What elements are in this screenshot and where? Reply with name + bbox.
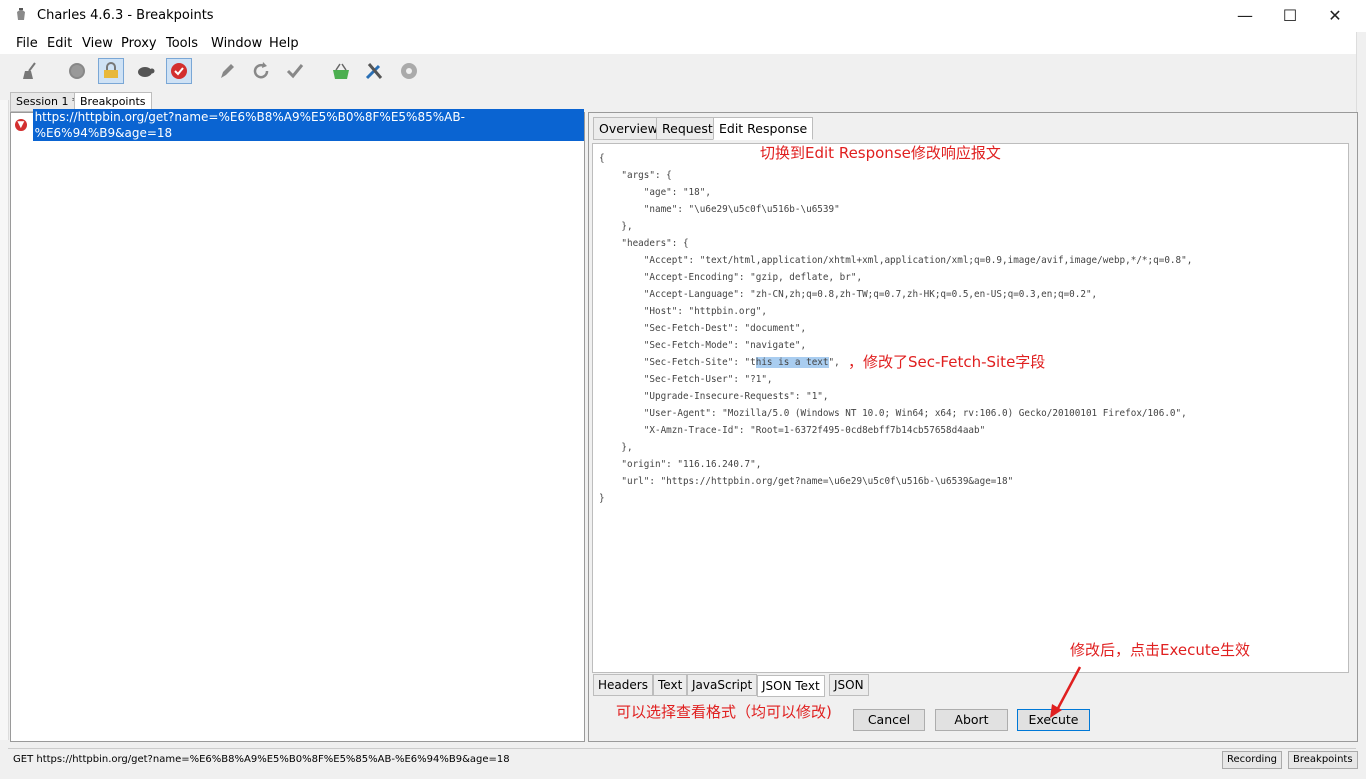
title-bar: Charles 4.6.3 - Breakpoints — ☐ ✕ [0,0,1366,32]
throttle-lock-icon[interactable] [98,58,124,84]
status-text: GET https://httpbin.org/get?name=%E6%B8%… [13,754,510,765]
tab-json-text[interactable]: JSON Text [757,675,825,697]
breakpoint-icon[interactable] [166,58,192,84]
toolbar [8,55,1356,87]
turtle-icon[interactable] [132,58,158,84]
annotation-switch-tab: 切换到Edit Response修改响应报文 [760,144,1001,162]
annotation-arrow [1050,666,1082,718]
cancel-button[interactable]: Cancel [853,709,925,731]
broom-icon[interactable] [18,58,44,84]
tab-javascript[interactable]: JavaScript [687,674,758,696]
gear-icon[interactable] [396,58,422,84]
close-button[interactable]: ✕ [1312,0,1358,32]
tab-overview[interactable]: Overview [593,117,664,140]
request-url[interactable]: https://httpbin.org/get?name=%E6%B8%A9%E… [32,108,584,141]
check-icon[interactable] [282,58,308,84]
abort-button[interactable]: Abort [935,709,1008,731]
window-title: Charles 4.6.3 - Breakpoints [37,8,214,23]
pen-icon[interactable] [214,58,240,84]
menu-edit[interactable]: Edit [47,36,72,51]
menu-file[interactable]: File [16,36,38,51]
response-json-editor[interactable]: { "args": { "age": "18", "name": "\u6e29… [592,143,1349,673]
left-edge-strip [0,100,9,740]
selected-text: his is a text [755,357,829,368]
menu-view[interactable]: View [82,36,113,51]
tools-icon[interactable] [362,58,388,84]
tab-request[interactable]: Request [656,117,719,140]
annotation-format-hint: 可以选择查看格式（均可以修改) [616,703,832,721]
list-item[interactable]: ▼ https://httpbin.org/get?name=%E6%B8%A9… [15,108,584,141]
breakpoint-request-list: ▼ https://httpbin.org/get?name=%E6%B8%A9… [10,108,585,742]
minimize-button[interactable]: — [1222,0,1268,32]
tab-edit-response[interactable]: Edit Response [713,117,814,140]
menu-bar: File Edit View Proxy Tools Window Help [0,32,1356,54]
basket-icon[interactable] [328,58,354,84]
tab-json[interactable]: JSON [829,674,869,696]
tab-headers[interactable]: Headers [593,674,653,696]
tab-text[interactable]: Text [653,674,688,696]
maximize-button[interactable]: ☐ [1267,0,1313,32]
annotation-execute-hint: 修改后，点击Execute生效 [1070,641,1250,659]
menu-help[interactable]: Help [269,36,299,51]
annotation-modified-field: ，修改了Sec-Fetch-Site字段 [848,353,1046,371]
refresh-icon[interactable] [248,58,274,84]
json-text: { "args": { "age": "18", "name": "\u6e29… [599,153,1193,504]
record-icon[interactable] [64,58,90,84]
menu-proxy[interactable]: Proxy [121,36,157,51]
breakpoint-arrow-icon: ▼ [15,118,27,131]
breakpoints-status-button[interactable]: Breakpoints [1288,751,1358,769]
recording-button[interactable]: Recording [1222,751,1283,769]
charles-app-icon [17,8,25,20]
status-bar: GET https://httpbin.org/get?name=%E6%B8%… [8,748,1358,771]
menu-tools[interactable]: Tools [166,36,198,51]
menu-window[interactable]: Window [211,36,262,51]
